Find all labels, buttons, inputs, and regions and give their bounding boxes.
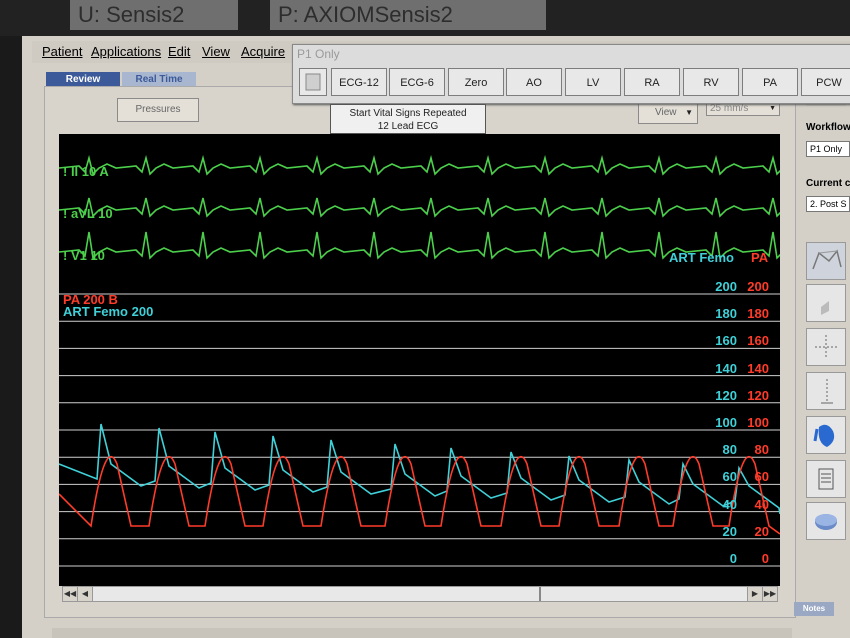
status-strip (52, 628, 792, 638)
lv-button[interactable]: LV (565, 68, 621, 96)
art-scale-value: 20 (722, 523, 737, 539)
notes-tab[interactable]: Notes (794, 602, 834, 616)
scroll-right-icon[interactable]: ▶ (747, 587, 763, 601)
chevron-down-icon: ▼ (685, 108, 693, 117)
art-scale-value: 160 (715, 333, 737, 349)
zero-button[interactable]: Zero (448, 68, 504, 96)
p1-only-toolbar: P1 Only ECG-12 ECG-6 Zero AO LV RA RV PA… (292, 44, 850, 104)
scroll-first-icon[interactable]: ◀◀ (63, 587, 78, 601)
art-scale-value: 100 (715, 415, 737, 430)
pa-scale-value: 200 (747, 279, 769, 294)
art-scale-value: 40 (722, 496, 737, 512)
crosshair-icon[interactable] (806, 328, 846, 366)
axis-icon[interactable] (806, 372, 846, 410)
art-scale-value: 200 (715, 279, 737, 294)
menu-acquire[interactable]: Acquire (241, 41, 285, 63)
pa-button[interactable]: PA (742, 68, 798, 96)
art-scale-value: 120 (715, 387, 737, 403)
pa-scale-value: 140 (747, 360, 769, 376)
waveform-canvas (59, 154, 780, 567)
art-channel-label: ART Femo 200 (63, 304, 154, 319)
heart-icon[interactable] (806, 416, 846, 454)
cube-icon[interactable] (806, 284, 846, 322)
horizontal-scrollbar[interactable]: ◀◀ ◀ ▶ ▶▶ (62, 586, 778, 602)
speed-dropdown-label: 25 mm/s (710, 103, 749, 114)
toolbar-icon-button[interactable] (299, 68, 327, 96)
current-label: Current c (806, 178, 850, 189)
report-icon[interactable] (806, 460, 846, 498)
workflow-label: Workflow (806, 122, 850, 133)
user-tab[interactable]: U: Sensis2 (70, 0, 238, 30)
ecg-lead-label: ! V1 10 (63, 248, 105, 263)
view-dropdown[interactable]: View ▼ (638, 102, 698, 124)
scroll-last-icon[interactable]: ▶▶ (762, 587, 778, 601)
ecg-lead-label: ! II 10 A (63, 164, 109, 179)
pa-scale-value: 120 (747, 387, 769, 403)
pa-pressure-trace (59, 455, 780, 535)
patient-tab[interactable]: P: AXIOMSensis2 (270, 0, 546, 30)
pcw-button[interactable]: PCW (801, 68, 850, 96)
pa-scale-value: 160 (747, 333, 769, 349)
menu-edit[interactable]: Edit (168, 41, 190, 63)
pa-scale-value: 60 (754, 469, 769, 485)
menu-patient[interactable]: Patient (42, 41, 82, 63)
pa-scale-value: 0 (761, 551, 769, 566)
tab-realtime[interactable]: Real Time (122, 72, 196, 87)
workflow-select[interactable]: P1 Only (806, 141, 850, 157)
art-scale-value: 60 (722, 469, 737, 485)
pa-scale-header: PA (751, 250, 769, 265)
ao-button[interactable]: AO (506, 68, 562, 96)
art-scale-value: 180 (715, 306, 737, 322)
pa-scale-value: 40 (754, 496, 769, 512)
ra-button[interactable]: RA (624, 68, 680, 96)
rv-button[interactable]: RV (683, 68, 739, 96)
art-scale-value: 140 (715, 360, 737, 376)
speed-dropdown[interactable]: 25 mm/s ▼ (706, 102, 780, 116)
waveform-monitor: ! II 10 A ! aVL 10 ! V1 10 PA 200 B ART … (59, 134, 780, 586)
art-scale-header: ART Femo (669, 250, 734, 265)
ecg-tooltip: Start Vital Signs Repeated 12 Lead ECG (330, 104, 486, 134)
art-scale-value: 0 (729, 551, 737, 566)
pa-scale-value: 80 (754, 442, 769, 458)
pa-scale-value: 180 (747, 306, 769, 322)
chevron-down-icon: ▼ (769, 105, 776, 112)
pressures-button[interactable]: Pressures (117, 98, 199, 122)
ecg-trace-ii (59, 154, 780, 176)
tab-review[interactable]: Review (46, 72, 120, 87)
scroll-left-icon[interactable]: ◀ (78, 587, 93, 601)
current-select[interactable]: 2. Post S (806, 196, 850, 212)
tooltip-line-2: 12 Lead ECG (377, 121, 439, 132)
tape-icon[interactable] (806, 502, 846, 540)
pa-scale-value: 100 (747, 415, 769, 430)
art-scale-value: 80 (722, 442, 737, 458)
menu-applications[interactable]: Applications (91, 41, 161, 63)
map-icon[interactable] (806, 242, 846, 280)
ecg6-button[interactable]: ECG-6 (389, 68, 445, 96)
view-dropdown-label: View (655, 107, 677, 118)
ecg12-button[interactable]: ECG-12 (331, 68, 387, 96)
pa-scale-value: 20 (754, 523, 769, 539)
scroll-thumb[interactable] (539, 587, 541, 601)
ecg-lead-label: ! aVL 10 (63, 206, 113, 221)
tooltip-line-1: Start Vital Signs Repeated (349, 108, 467, 119)
menu-view[interactable]: View (202, 41, 230, 63)
ecg-trace-avl (59, 197, 780, 218)
toolbar-title: P1 Only (297, 47, 340, 61)
